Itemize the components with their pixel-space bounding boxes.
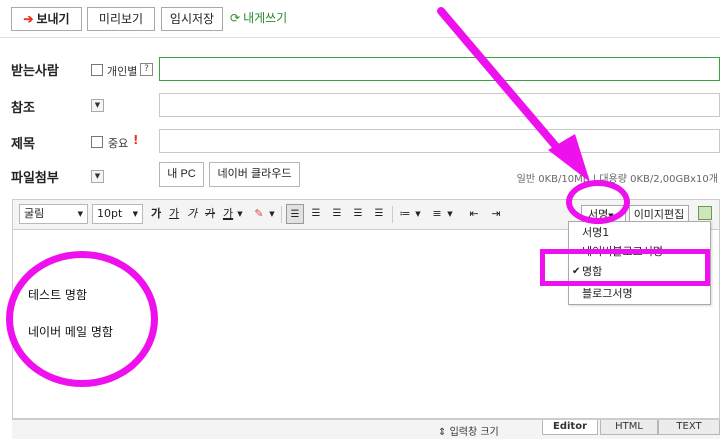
annotation-arrow-icon <box>437 7 590 182</box>
